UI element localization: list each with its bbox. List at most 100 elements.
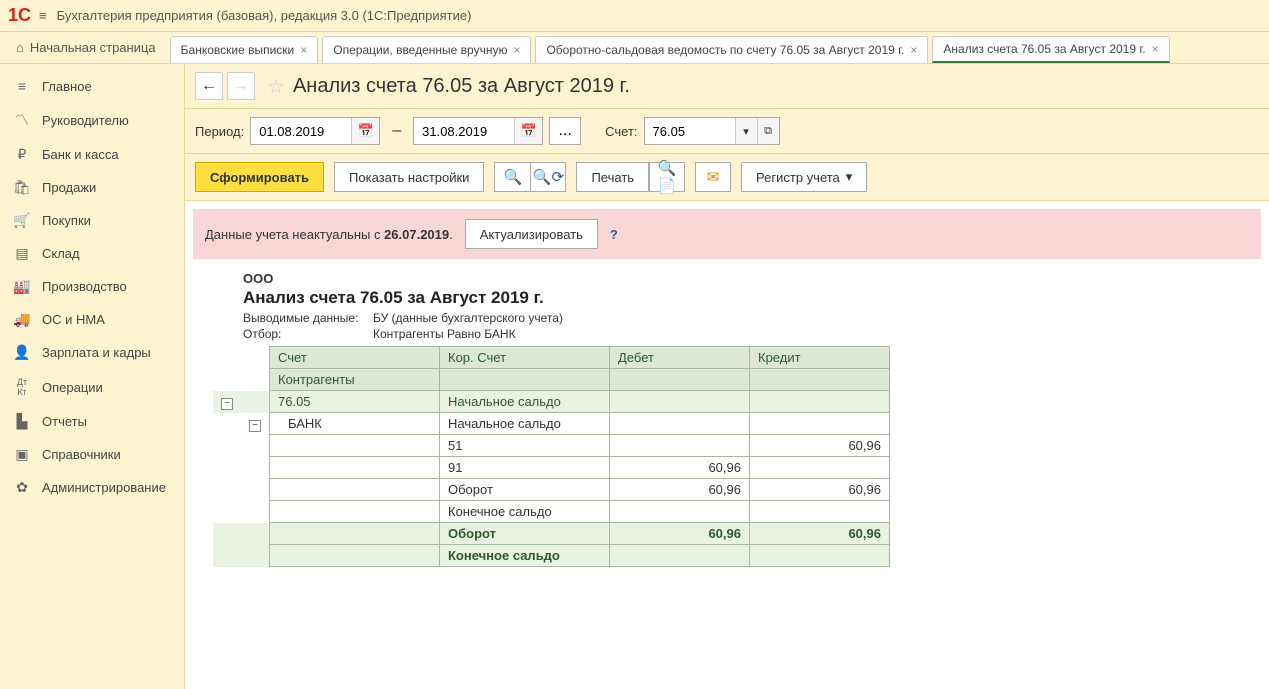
chevron-down-icon: ▾ bbox=[846, 169, 853, 185]
sidebar-item-sales[interactable]: 🛍Продажи bbox=[0, 171, 184, 204]
dtkt-icon: ДтКт bbox=[12, 377, 32, 397]
date-to-field[interactable] bbox=[414, 124, 514, 139]
tab-manual-ops[interactable]: Операции, введенные вручную × bbox=[322, 36, 531, 63]
form-button[interactable]: Сформировать bbox=[195, 162, 324, 192]
calendar-icon[interactable]: 📅 bbox=[351, 118, 379, 144]
period-label: Период: bbox=[195, 124, 244, 139]
menu-icon[interactable]: ≡ bbox=[39, 8, 47, 23]
sidebar-item-label: Главное bbox=[42, 79, 92, 94]
close-icon[interactable]: × bbox=[300, 43, 307, 57]
sidebar-item-label: Банк и касса bbox=[42, 147, 119, 162]
actualize-button[interactable]: Актуализировать bbox=[465, 219, 598, 249]
date-to-input[interactable]: 📅 bbox=[413, 117, 543, 145]
tab-account-analysis[interactable]: Анализ счета 76.05 за Август 2019 г. × bbox=[932, 36, 1169, 63]
meta2-value: Контрагенты Равно БАНК bbox=[373, 327, 516, 341]
print-preview-icon[interactable]: 🔍📄 bbox=[649, 162, 685, 192]
dash: – bbox=[392, 122, 401, 140]
search-icon[interactable]: 🔍 bbox=[494, 162, 530, 192]
row-kon-saldo: Конечное сальдо bbox=[440, 501, 610, 523]
close-icon[interactable]: × bbox=[1152, 42, 1159, 56]
report-org: ООО bbox=[243, 271, 1261, 286]
tab-osv[interactable]: Оборотно-сальдовая ведомость по счету 76… bbox=[535, 36, 928, 63]
row-oborot: Оборот bbox=[440, 479, 610, 501]
stale-alert: Данные учета неактуальны с 26.07.2019. А… bbox=[193, 209, 1261, 259]
factory-icon: 🏭 bbox=[12, 278, 32, 295]
sidebar-item-purchases[interactable]: 🛒 Покупки bbox=[0, 204, 184, 237]
home-tab[interactable]: ⌂ Начальная страница bbox=[4, 32, 168, 63]
sidebar-item-label: Отчеты bbox=[42, 414, 87, 429]
back-button[interactable]: ← bbox=[195, 72, 223, 100]
truck-icon: 🚚 bbox=[12, 311, 32, 328]
col-contractors: Контрагенты bbox=[270, 369, 440, 391]
sidebar-item-warehouse[interactable]: ▤Склад bbox=[0, 237, 184, 270]
chevron-down-icon[interactable]: ▾ bbox=[735, 118, 757, 144]
gear-icon: ✿ bbox=[12, 479, 32, 496]
tab-label: Анализ счета 76.05 за Август 2019 г. bbox=[943, 42, 1145, 56]
sidebar-item-manager[interactable]: 〽Руководителю bbox=[0, 102, 184, 138]
titlebar: 1C ≡ Бухгалтерия предприятия (базовая), … bbox=[0, 0, 1269, 32]
report-title: Анализ счета 76.05 за Август 2019 г. bbox=[243, 286, 1261, 310]
register-label: Регистр учета bbox=[756, 170, 840, 185]
tab-label: Операции, введенные вручную bbox=[333, 43, 507, 57]
logo-1c: 1C bbox=[8, 5, 31, 26]
home-icon: ⌂ bbox=[16, 40, 24, 55]
open-external-icon[interactable]: ⧉ bbox=[757, 118, 779, 144]
sidebar-item-payroll[interactable]: 👤Зарплата и кадры bbox=[0, 336, 184, 369]
tab-bank-statements[interactable]: Банковские выписки × bbox=[170, 36, 319, 63]
sidebar-item-admin[interactable]: ✿Администрирование bbox=[0, 471, 184, 504]
close-icon[interactable]: × bbox=[910, 43, 917, 57]
sidebar: ≡Главное 〽Руководителю ₽Банк и касса 🛍Пр… bbox=[0, 64, 185, 689]
meta2-label: Отбор: bbox=[243, 327, 373, 341]
alert-text: Данные учета неактуальны с 26.07.2019. bbox=[205, 227, 453, 242]
sidebar-item-production[interactable]: 🏭Производство bbox=[0, 270, 184, 303]
sidebar-item-label: Покупки bbox=[42, 213, 91, 228]
bag-icon: 🛍 bbox=[12, 179, 32, 196]
total-oborot: Оборот bbox=[440, 523, 610, 545]
sidebar-item-operations[interactable]: ДтКтОперации bbox=[0, 369, 184, 405]
calendar-icon[interactable]: 📅 bbox=[514, 118, 542, 144]
row-oborot-deb: 60,96 bbox=[610, 479, 750, 501]
register-button[interactable]: Регистр учета ▾ bbox=[741, 162, 867, 192]
date-from-input[interactable]: 📅 bbox=[250, 117, 380, 145]
total-cred: 60,96 bbox=[750, 523, 890, 545]
bars-icon: ▙ bbox=[12, 413, 32, 430]
col-cor-account: Кор. Счет bbox=[440, 347, 610, 369]
cart-icon: 🛒 bbox=[12, 212, 32, 229]
help-icon[interactable]: ? bbox=[610, 227, 618, 242]
print-button[interactable]: Печать bbox=[576, 162, 649, 192]
row-bank-nach: Начальное сальдо bbox=[440, 413, 610, 435]
report-table: Счет Кор. Счет Дебет Кредит Контрагенты … bbox=[213, 346, 890, 567]
sidebar-item-reports[interactable]: ▙ Отчеты bbox=[0, 405, 184, 438]
home-label: Начальная страница bbox=[30, 40, 156, 55]
show-settings-button[interactable]: Показать настройки bbox=[334, 162, 484, 192]
page-title: Анализ счета 76.05 за Август 2019 г. bbox=[293, 75, 630, 98]
close-icon[interactable]: × bbox=[513, 43, 520, 57]
sidebar-item-bank[interactable]: ₽Банк и касса bbox=[0, 138, 184, 171]
account-field[interactable] bbox=[645, 124, 735, 139]
sidebar-item-references[interactable]: ▣Справочники bbox=[0, 438, 184, 471]
star-icon[interactable]: ☆ bbox=[267, 74, 285, 99]
search-refresh-icon[interactable]: 🔍⟳ bbox=[530, 162, 566, 192]
tree-toggle[interactable]: − bbox=[249, 420, 261, 432]
person-icon: 👤 bbox=[12, 344, 32, 361]
page-header: ← → ☆ Анализ счета 76.05 за Август 2019 … bbox=[185, 64, 1269, 109]
account-label: Счет: bbox=[605, 124, 637, 139]
period-picker-button[interactable]: ... bbox=[549, 117, 581, 145]
row-account: 76.05 bbox=[270, 391, 440, 413]
row-51-cred: 60,96 bbox=[750, 435, 890, 457]
sidebar-item-main[interactable]: ≡Главное bbox=[0, 70, 184, 102]
forward-button[interactable]: → bbox=[227, 72, 255, 100]
building-icon: ▤ bbox=[12, 245, 32, 262]
row-51-cor: 51 bbox=[440, 435, 610, 457]
tree-toggle[interactable]: − bbox=[221, 398, 233, 410]
sidebar-item-assets[interactable]: 🚚ОС и НМА bbox=[0, 303, 184, 336]
tabsbar: ⌂ Начальная страница Банковские выписки … bbox=[0, 32, 1269, 64]
params-row: Период: 📅 – 📅 ... Счет: ▾ ⧉ bbox=[185, 109, 1269, 154]
app-title: Бухгалтерия предприятия (базовая), редак… bbox=[57, 8, 472, 23]
account-input[interactable]: ▾ ⧉ bbox=[644, 117, 780, 145]
mail-icon[interactable]: ✉ bbox=[695, 162, 731, 192]
row-oborot-cred: 60,96 bbox=[750, 479, 890, 501]
date-from-field[interactable] bbox=[251, 124, 351, 139]
alert-prefix: Данные учета неактуальны с bbox=[205, 227, 384, 242]
meta1-label: Выводимые данные: bbox=[243, 311, 373, 325]
